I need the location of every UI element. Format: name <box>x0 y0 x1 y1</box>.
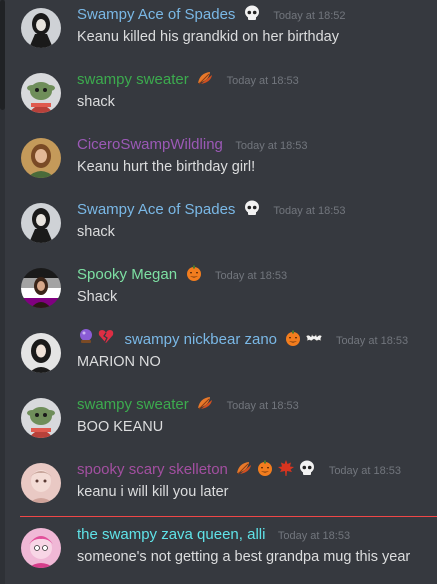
autumn-leaves-icon <box>196 69 214 87</box>
username[interactable]: CiceroSwampWildling <box>77 136 223 153</box>
message-item: swampy nickbear zano Today at 18:53 MARI… <box>0 325 437 385</box>
message-item: spooky scary skelleton Today at 18:53 ke… <box>0 455 437 515</box>
username[interactable]: spooky scary skelleton <box>77 461 228 478</box>
avatar[interactable] <box>21 73 61 113</box>
message-item: the swampy zava queen, alli Today at 18:… <box>0 520 437 580</box>
avatar[interactable] <box>21 138 61 178</box>
message-item: CiceroSwampWildling Today at 18:53 Keanu… <box>0 130 437 190</box>
timestamp: Today at 18:53 <box>335 335 409 348</box>
message-text: MARION NO <box>77 354 161 370</box>
avatar[interactable] <box>21 398 61 438</box>
timestamp: Today at 18:53 <box>214 270 288 282</box>
avatar[interactable] <box>21 528 61 568</box>
message-item: swampy sweater Today at 18:53 shack <box>0 65 437 125</box>
message-text: Shack <box>77 289 118 305</box>
message-text: BOO KEANU <box>77 419 164 435</box>
broken-heart-icon <box>97 327 115 345</box>
avatar[interactable] <box>21 203 61 243</box>
bat-icon <box>305 329 323 347</box>
jack-o-lantern-icon <box>185 264 203 282</box>
username[interactable]: swampy sweater <box>77 396 189 413</box>
message-text: shack <box>77 94 115 110</box>
message-item: Swampy Ace of Spades Today at 18:53 shac… <box>0 195 437 255</box>
new-messages-divider <box>20 516 437 517</box>
username[interactable]: swampy sweater <box>77 71 189 88</box>
maple-leaf-icon <box>277 459 295 477</box>
username[interactable]: swampy nickbear zano <box>124 331 277 348</box>
avatar[interactable] <box>21 268 61 308</box>
message-text: someone's not getting a best grandpa mug… <box>77 549 411 565</box>
message-item: Spooky Megan Today at 18:53 Shack <box>0 260 437 320</box>
timestamp: Today at 18:53 <box>277 530 351 542</box>
message-item: swampy sweater Today at 18:53 BOO KEANU <box>0 390 437 450</box>
timestamp: Today at 18:53 <box>226 75 299 87</box>
message-text: shack <box>77 224 115 240</box>
username[interactable]: Swampy Ace of Spades <box>77 201 235 218</box>
message-text: Keanu hurt the birthday girl! <box>77 159 256 175</box>
message-item: Swampy Ace of Spades Today at 18:52 Kean… <box>0 0 437 60</box>
username[interactable]: Swampy Ace of Spades <box>77 6 235 23</box>
timestamp: Today at 18:53 <box>273 205 346 217</box>
avatar[interactable] <box>21 8 61 48</box>
chat-scroller[interactable]: Swampy Ace of Spades Today at 18:52 Kean… <box>0 0 437 584</box>
avatar[interactable] <box>21 463 61 503</box>
autumn-leaves-icon <box>196 394 214 412</box>
timestamp: Today at 18:53 <box>235 140 308 152</box>
timestamp: Today at 18:53 <box>226 400 299 412</box>
jack-o-lantern-icon <box>284 329 302 347</box>
message-text: keanu i will kill you later <box>77 484 229 500</box>
jack-o-lantern-icon <box>256 459 274 477</box>
timestamp: Today at 18:52 <box>273 10 346 22</box>
username[interactable]: Spooky Megan <box>77 266 177 283</box>
skull-icon <box>243 199 261 217</box>
crystal-ball-icon <box>77 327 95 345</box>
skull-icon <box>298 459 316 477</box>
username[interactable]: the swampy zava queen, alli <box>77 526 265 543</box>
skull-icon <box>243 4 261 22</box>
avatar[interactable] <box>21 333 61 373</box>
message-text: Keanu killed his grandkid on her birthda… <box>77 29 339 45</box>
timestamp: Today at 18:53 <box>328 465 401 477</box>
autumn-leaves-icon <box>235 459 253 477</box>
